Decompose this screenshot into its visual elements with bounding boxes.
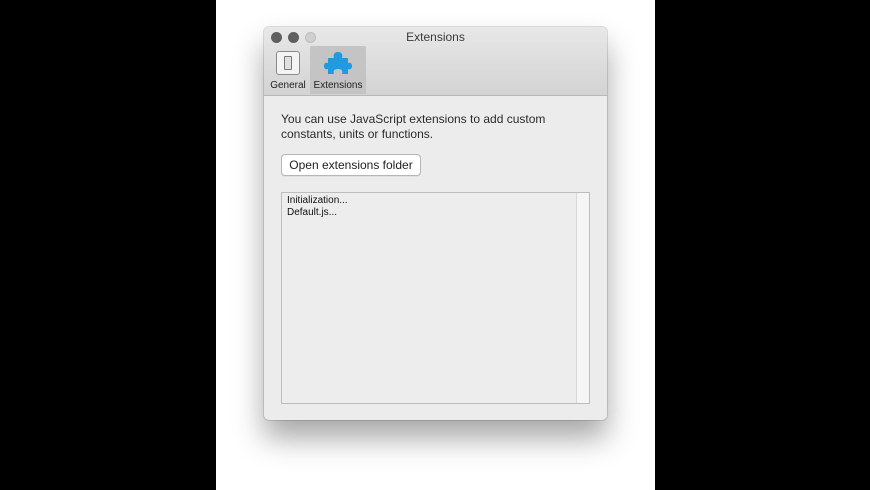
extensions-window: Extensions General Extensions You can us… (264, 27, 607, 420)
log-text-area[interactable]: Initialization... Default.js... (281, 192, 590, 404)
title-bar: Extensions General Extensions (264, 27, 607, 96)
tab-general-label: General (270, 80, 306, 91)
puzzle-piece-icon (324, 52, 352, 74)
tab-extensions[interactable]: Extensions (310, 46, 366, 94)
log-lines: Initialization... Default.js... (287, 195, 348, 219)
vertical-scrollbar[interactable] (576, 193, 589, 403)
general-switch-icon (276, 51, 300, 75)
window-title: Extensions (406, 30, 465, 44)
description-text: You can use JavaScript extensions to add… (281, 112, 546, 141)
log-line: Default.js... (287, 207, 338, 218)
tab-extensions-label: Extensions (313, 80, 363, 91)
log-line: Initialization... (287, 195, 348, 206)
open-extensions-folder-button[interactable]: Open extensions folder (281, 154, 421, 176)
tab-general[interactable]: General (268, 46, 308, 94)
